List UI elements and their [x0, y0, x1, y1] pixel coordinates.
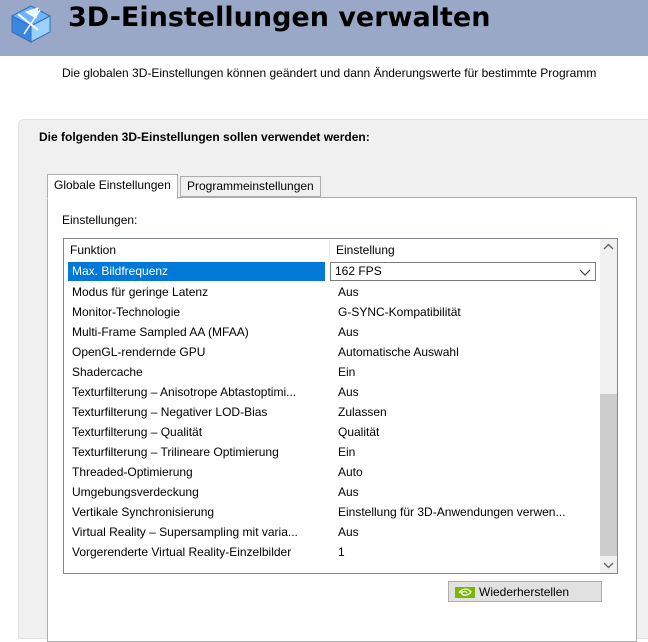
table-row[interactable]: Threaded-Optimierung Auto [64, 462, 600, 482]
table-row[interactable]: Vertikale Synchronisierung Einstellung fü… [64, 502, 600, 522]
row-value: Aus [338, 385, 359, 399]
restore-button-label: Wiederherstellen [479, 585, 570, 599]
row-function: OpenGL-rendernde GPU [72, 345, 206, 359]
table-row[interactable]: Umgebungsverdeckung Aus [64, 482, 600, 502]
nvidia-3d-cube-icon [10, 5, 52, 43]
row-value: Ein [338, 365, 356, 379]
header-banner: 3D-Einstellungen verwalten [0, 0, 648, 56]
row-function: Texturfilterung – Qualität [72, 425, 203, 439]
row-function: Modus für geringe Latenz [72, 285, 209, 299]
scroll-down-icon[interactable] [600, 556, 617, 573]
scrollbar-thumb[interactable] [600, 394, 617, 556]
row-value: Aus [338, 525, 359, 539]
table-row[interactable]: Monitor-Technologie G-SYNC-Kompatibilität [64, 302, 600, 322]
row-value: 162 FPS [335, 264, 382, 278]
row-value: Qualität [338, 425, 380, 439]
row-function: Monitor-Technologie [72, 305, 181, 319]
column-header-setting[interactable]: Einstellung [336, 243, 395, 257]
row-value: Auto [338, 465, 363, 479]
framerate-dropdown[interactable]: 162 FPS [330, 262, 596, 281]
row-value: Aus [338, 325, 359, 339]
table-row[interactable]: Texturfilterung – Anisotrope Abtastoptim… [64, 382, 600, 402]
table-row[interactable]: Virtual Reality – Supersampling mit vari… [64, 522, 600, 542]
list-scrollbar[interactable] [600, 239, 617, 573]
row-function: Texturfilterung – Anisotrope Abtastoptim… [72, 385, 297, 399]
row-function: Texturfilterung – Negativer LOD-Bias [72, 405, 268, 419]
list-header: Funktion Einstellung [64, 239, 600, 261]
scroll-up-icon[interactable] [600, 239, 617, 256]
row-function: Max. Bildfrequenz [68, 262, 325, 281]
restore-button[interactable]: Wiederherstellen [448, 581, 602, 602]
row-value: Aus [338, 485, 359, 499]
table-row[interactable]: OpenGL-rendernde GPU Automatische Auswahl [64, 342, 600, 362]
panel-heading: Die folgenden 3D-Einstellungen sollen ve… [39, 130, 370, 144]
tab-content-global: Einstellungen: Funktion Einstellung Max.… [47, 197, 637, 642]
table-row[interactable]: Shadercache Ein [64, 362, 600, 382]
table-row-max-framerate[interactable]: Max. Bildfrequenz 162 FPS [64, 262, 600, 282]
row-function: Texturfilterung – Trilineare Optimierung [72, 445, 279, 459]
row-function: Shadercache [72, 365, 143, 379]
row-value: Einstellung für 3D-Anwendungen verwen... [338, 505, 566, 519]
nvidia-logo-icon [455, 587, 475, 598]
row-function: Virtual Reality – Supersampling mit vari… [72, 525, 298, 539]
table-row[interactable]: Texturfilterung – Trilineare Optimierung… [64, 442, 600, 462]
tab-global-settings[interactable]: Globale Einstellungen [47, 174, 178, 199]
row-function: Vorgerenderte Virtual Reality-Einzelbild… [72, 545, 292, 559]
column-divider[interactable] [329, 240, 330, 260]
table-row[interactable]: Multi-Frame Sampled AA (MFAA) Aus [64, 322, 600, 342]
table-row[interactable]: Modus für geringe Latenz Aus [64, 282, 600, 302]
settings-label: Einstellungen: [62, 213, 138, 227]
tab-label: Globale Einstellungen [54, 178, 171, 192]
settings-rows: Max. Bildfrequenz 162 FPS Modus für geri… [64, 262, 600, 562]
row-value: Zulassen [338, 405, 387, 419]
table-row[interactable]: Vorgerenderte Virtual Reality-Einzelbild… [64, 542, 600, 562]
row-value: G-SYNC-Kompatibilität [338, 305, 461, 319]
row-function: Vertikale Synchronisierung [72, 505, 215, 519]
row-function: Umgebungsverdeckung [72, 485, 199, 499]
page-description: Die globalen 3D-Einstellungen können geä… [62, 66, 597, 80]
settings-panel: Die folgenden 3D-Einstellungen sollen ve… [18, 119, 648, 642]
chevron-down-icon[interactable] [579, 266, 591, 278]
row-value: Automatische Auswahl [338, 345, 459, 359]
row-value: 1 [338, 545, 345, 559]
table-row[interactable]: Texturfilterung – Negativer LOD-Bias Zula… [64, 402, 600, 422]
row-function: Threaded-Optimierung [72, 465, 193, 479]
tab-program-settings[interactable]: Programmeinstellungen [180, 176, 321, 197]
row-function: Multi-Frame Sampled AA (MFAA) [72, 325, 249, 339]
row-value: Ein [338, 445, 356, 459]
tab-label: Programmeinstellungen [187, 179, 314, 193]
table-row[interactable]: Texturfilterung – Qualität Qualität [64, 422, 600, 442]
page-title: 3D-Einstellungen verwalten [68, 2, 491, 33]
row-value: Aus [338, 285, 359, 299]
settings-list[interactable]: Funktion Einstellung Max. Bildfrequenz 1… [63, 238, 618, 574]
column-header-function[interactable]: Funktion [70, 243, 116, 257]
